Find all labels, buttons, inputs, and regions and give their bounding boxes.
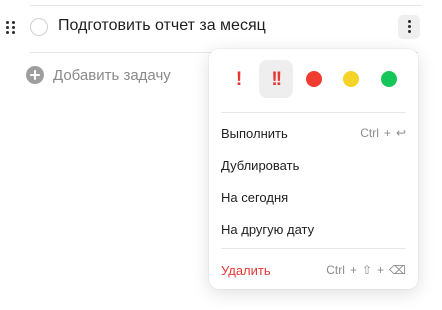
menu-item-label: На другую дату: [221, 221, 315, 237]
add-task-label: Добавить задачу: [53, 66, 171, 84]
shortcut-complete: Ctrl + ↩: [360, 126, 406, 140]
green-dot-icon: [381, 71, 397, 87]
task-row[interactable]: Подготовить отчет за месяц: [0, 5, 422, 53]
task-title[interactable]: Подготовить отчет за месяц: [58, 17, 266, 35]
menu-divider: [221, 248, 406, 249]
plus-circle-icon: [26, 66, 44, 84]
return-key-icon: ↩: [395, 126, 406, 140]
menu-item-label: Удалить: [221, 262, 271, 278]
add-task-button[interactable]: Добавить задачу: [26, 64, 171, 86]
menu-item-label: На сегодня: [221, 189, 289, 205]
color-green-button[interactable]: [372, 60, 406, 98]
backspace-key-icon: ⌫: [389, 263, 406, 277]
menu-item-duplicate[interactable]: Дублировать: [209, 150, 418, 180]
divider: [30, 5, 422, 6]
more-options-button[interactable]: [398, 15, 420, 39]
double-exclamation-icon: !!: [271, 68, 282, 90]
more-vertical-icon: [408, 20, 411, 23]
menu-item-label: Дублировать: [221, 157, 300, 173]
yellow-dot-icon: [343, 71, 360, 87]
shortcut-delete: Ctrl + ⇧ + ⌫: [326, 263, 406, 277]
task-list: Подготовить отчет за месяц Добавить зада…: [0, 0, 442, 310]
menu-item-delete[interactable]: Удалить Ctrl + ⇧ + ⌫: [209, 255, 418, 285]
menu-item-complete[interactable]: Выполнить Ctrl + ↩: [209, 118, 418, 148]
menu-item-today[interactable]: На сегодня: [209, 182, 418, 212]
task-context-menu: ! !! Выполнить Ctrl + ↩ Дублировать На с…: [209, 49, 418, 289]
exclamation-icon: !: [235, 68, 242, 90]
shift-key-icon: ⇧: [361, 263, 373, 277]
menu-item-label: Выполнить: [221, 125, 288, 141]
color-yellow-button[interactable]: [334, 60, 368, 98]
drag-handle-icon[interactable]: [6, 21, 16, 35]
priority-picker: ! !!: [221, 60, 406, 98]
color-red-button[interactable]: [297, 60, 331, 98]
priority-high-button[interactable]: !!: [258, 60, 293, 98]
menu-item-other-date[interactable]: На другую дату: [209, 214, 418, 244]
menu-divider: [221, 112, 406, 113]
red-dot-icon: [305, 71, 322, 87]
task-checkbox[interactable]: [30, 18, 48, 36]
priority-low-button[interactable]: !: [221, 60, 255, 98]
